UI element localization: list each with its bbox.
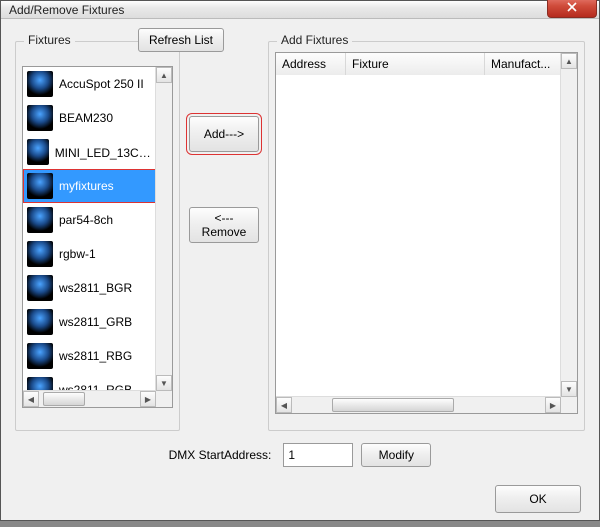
column-header-manufacturer[interactable]: Manufact... [485, 53, 561, 75]
list-item-label: rgbw-1 [59, 247, 96, 261]
titlebar: Add/Remove Fixtures [1, 1, 599, 19]
fixture-icon [27, 377, 53, 391]
list-item[interactable]: MINI_LED_13CH摇头 [23, 135, 156, 169]
list-item-label: MINI_LED_13CH摇头 [55, 144, 152, 161]
close-button[interactable] [547, 0, 597, 18]
list-item[interactable]: BEAM230 [23, 101, 156, 135]
scroll-left-icon[interactable]: ◀ [276, 397, 292, 413]
dmx-address-row: DMX StartAddress: Modify [19, 443, 581, 467]
remove-button[interactable]: <---Remove [189, 207, 259, 243]
list-item-label: ws2811_GRB [59, 315, 132, 329]
scroll-up-icon[interactable]: ▲ [156, 67, 172, 83]
list-item-label: par54-8ch [59, 213, 113, 227]
fixtures-list[interactable]: AccuSpot 250 II BEAM230 MINI_LED_13CH摇头myf… [22, 66, 173, 408]
scrollbar-horizontal[interactable]: ◀ ▶ [276, 396, 561, 413]
table-body [276, 75, 561, 397]
list-item[interactable]: ws2811_BGR [23, 271, 156, 305]
list-item[interactable]: AccuSpot 250 II [23, 67, 156, 101]
add-fixtures-group: Add Fixtures Address Fixture Manufact...… [268, 41, 585, 431]
dmx-start-address-input[interactable] [283, 443, 353, 467]
list-item[interactable]: ws2811_GRB [23, 305, 156, 339]
dialog-content: Fixtures Refresh List AccuSpot 250 II BEA… [1, 19, 599, 431]
list-item[interactable]: rgbw-1 [23, 237, 156, 271]
fixture-icon [27, 343, 53, 369]
list-item-label: myfixtures [59, 179, 114, 193]
scrollbar-vertical[interactable]: ▲ ▼ [560, 53, 577, 397]
window-title: Add/Remove Fixtures [9, 3, 547, 17]
fixtures-group: Fixtures Refresh List AccuSpot 250 IIBEA… [15, 41, 180, 431]
scroll-right-icon[interactable]: ▶ [545, 397, 561, 413]
list-item-label: ws2811_RBG [59, 349, 132, 363]
scrollbar-horizontal[interactable]: ◀ ▶ [23, 390, 156, 407]
list-item[interactable]: ws2811_RBG [23, 339, 156, 373]
scroll-right-icon[interactable]: ▶ [140, 391, 156, 407]
column-header-address[interactable]: Address [276, 53, 346, 75]
modify-button[interactable]: Modify [361, 443, 431, 467]
added-fixtures-table[interactable]: Address Fixture Manufact... ▲ ▼ ◀ ▶ [275, 52, 578, 414]
list-item-label: BEAM230 [59, 111, 113, 125]
list-item[interactable]: par54-8ch [23, 203, 156, 237]
scrollbar-vertical[interactable]: ▲ ▼ [155, 67, 172, 391]
fixtures-group-label: Fixtures [24, 33, 75, 47]
scroll-down-icon[interactable]: ▼ [156, 375, 172, 391]
refresh-list-button[interactable]: Refresh List [138, 28, 224, 52]
fixture-icon [27, 241, 53, 267]
fixture-icon [27, 207, 53, 233]
scroll-down-icon[interactable]: ▼ [561, 381, 577, 397]
fixture-icon [27, 309, 53, 335]
scroll-thumb[interactable] [43, 392, 85, 406]
ok-button[interactable]: OK [495, 485, 581, 513]
scroll-up-icon[interactable]: ▲ [561, 53, 577, 69]
dialog-footer: DMX StartAddress: Modify OK [1, 431, 599, 527]
fixture-icon [27, 173, 53, 199]
table-header-row: Address Fixture Manufact... [276, 53, 561, 76]
dmx-start-address-label: DMX StartAddress: [169, 448, 272, 462]
column-header-fixture[interactable]: Fixture [346, 53, 485, 75]
transfer-buttons: Add---> <---Remove [184, 41, 264, 431]
add-remove-fixtures-dialog: Add/Remove Fixtures Fixtures Refresh Lis… [0, 0, 600, 521]
close-icon [567, 2, 577, 12]
add-button[interactable]: Add---> [189, 116, 259, 152]
list-item[interactable]: ws2811_RGB [23, 373, 156, 391]
scroll-thumb[interactable] [332, 398, 454, 412]
scroll-left-icon[interactable]: ◀ [23, 391, 39, 407]
fixture-icon [27, 275, 53, 301]
list-item[interactable]: myfixtures [23, 169, 156, 203]
fixture-icon [27, 71, 53, 97]
add-fixtures-group-label: Add Fixtures [277, 33, 352, 47]
fixture-icon [27, 105, 53, 131]
list-item-label: ws2811_BGR [59, 281, 132, 295]
fixture-icon [27, 139, 49, 165]
list-item-label: AccuSpot 250 II [59, 77, 144, 91]
